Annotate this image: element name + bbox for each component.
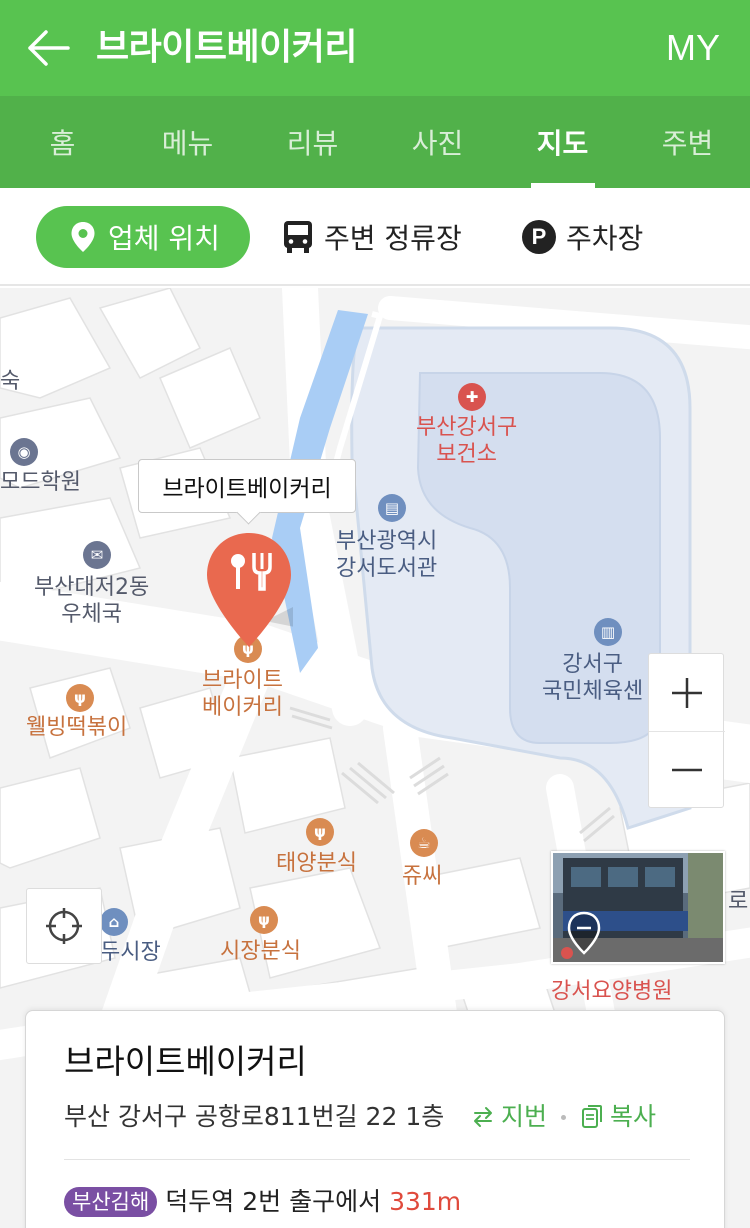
address-actions: 지번 복사 [471,1099,656,1135]
page-title: 브라이트베이커리 [96,27,357,68]
map-label-library: 부산광역시 강서도서관 [336,529,438,581]
gym-poi-icon: ▥ [594,618,622,646]
place-info-card: 브라이트베이커리 부산 강서구 공항로811번길 22 1층 지번 복사 부산김… [25,1010,725,1228]
station-text: 덕두역 2번 출구에서 [165,1187,382,1216]
map-label-gym: 강서구 국민체육센 [542,652,644,704]
location-pin-icon [70,221,96,253]
app-header: 브라이트베이커리 MY [0,0,750,96]
bus-stop-chip[interactable]: 주변 정류장 [282,206,462,268]
zoom-in-button[interactable] [649,654,725,731]
back-arrow-icon [28,30,70,66]
tab-menu[interactable]: 메뉴 [125,96,250,188]
back-button[interactable] [22,24,74,72]
jibun-label: 지번 [501,1102,548,1131]
map-label-wellbing: 웰빙떡볶이 [26,715,128,740]
map-label-ro: 로 [728,889,749,914]
parking-chip[interactable]: P 주차장 [522,206,643,268]
bus-icon [282,220,314,254]
zoom-out-button[interactable] [649,731,725,808]
minus-icon [672,768,702,772]
copy-label: 복사 [610,1102,657,1131]
restaurant-pin-icon[interactable] [205,531,293,649]
tab-map[interactable]: 지도 [500,96,625,188]
map-label-hospital: 강서요양병원 [551,979,673,1004]
current-location-button[interactable] [26,888,102,964]
hospital-poi-icon: ✚ [458,383,486,411]
separator-dot [561,1114,567,1120]
map-label-market-snack: 시장분식 [220,939,301,964]
tab-bar: 홈 메뉴 리뷰 사진 지도 주변 [0,96,750,188]
academy-poi-icon: ◉ [10,438,38,466]
cafe-poi-icon: ☕ [410,829,438,857]
map-filter-bar: 업체 위치 주변 정류장 P 주차장 [0,188,750,286]
library-poi-icon: ▤ [378,494,406,522]
map-label-jussi: 쥬씨 [402,864,443,889]
map-label-health-center: 부산강서구 보건소 [416,415,518,467]
tab-review[interactable]: 리뷰 [250,96,375,188]
street-view-thumbnail[interactable] [551,851,725,964]
street-view-marker-icon [567,911,601,955]
map-label-post-office: 부산대저2동 우체국 [34,575,150,627]
my-button[interactable]: MY [666,24,720,72]
restaurant-poi-icon: ψ [66,684,94,712]
parking-chip-label: 주차장 [566,222,644,255]
map-label-bakery: 브라이트 베이커리 [202,668,283,720]
map-label-market: 두시장 [100,940,161,965]
swap-arrows-icon [474,1107,492,1127]
crosshair-icon [46,908,82,944]
copy-icon [582,1105,603,1128]
place-tooltip: 브라이트베이커리 [138,459,356,513]
map-label-modo-academy: 모드학원 [0,470,81,495]
tab-photo[interactable]: 사진 [375,96,500,188]
map-label-suk: 숙 [0,369,21,394]
location-chip[interactable]: 업체 위치 [36,206,250,268]
place-name: 브라이트베이커리 [64,1042,307,1081]
restaurant-poi-icon: ψ [250,906,278,934]
nearest-station: 부산김해 덕두역 2번 출구에서 331m [64,1185,461,1219]
place-address: 부산 강서구 공항로811번길 22 1층 [64,1102,445,1131]
location-chip-label: 업체 위치 [108,222,220,255]
plus-icon [672,677,702,708]
parking-icon-letter: P [522,220,556,254]
parking-icon: P [522,220,556,254]
zoom-controls [648,653,725,808]
card-divider [64,1159,690,1160]
jibun-toggle-button[interactable]: 지번 [471,1099,547,1135]
map-label-taeyang: 태양분식 [276,851,357,876]
subway-line-badge: 부산김해 [64,1187,158,1217]
station-distance: 331m [389,1187,462,1216]
tab-nearby[interactable]: 주변 [625,96,750,188]
post-office-poi-icon: ✉ [83,541,111,569]
tab-home[interactable]: 홈 [0,96,125,188]
bus-stop-chip-label: 주변 정류장 [324,222,462,255]
copy-address-button[interactable]: 복사 [580,1099,656,1135]
restaurant-poi-icon: ψ [306,818,334,846]
market-poi-icon: ⌂ [100,908,128,936]
